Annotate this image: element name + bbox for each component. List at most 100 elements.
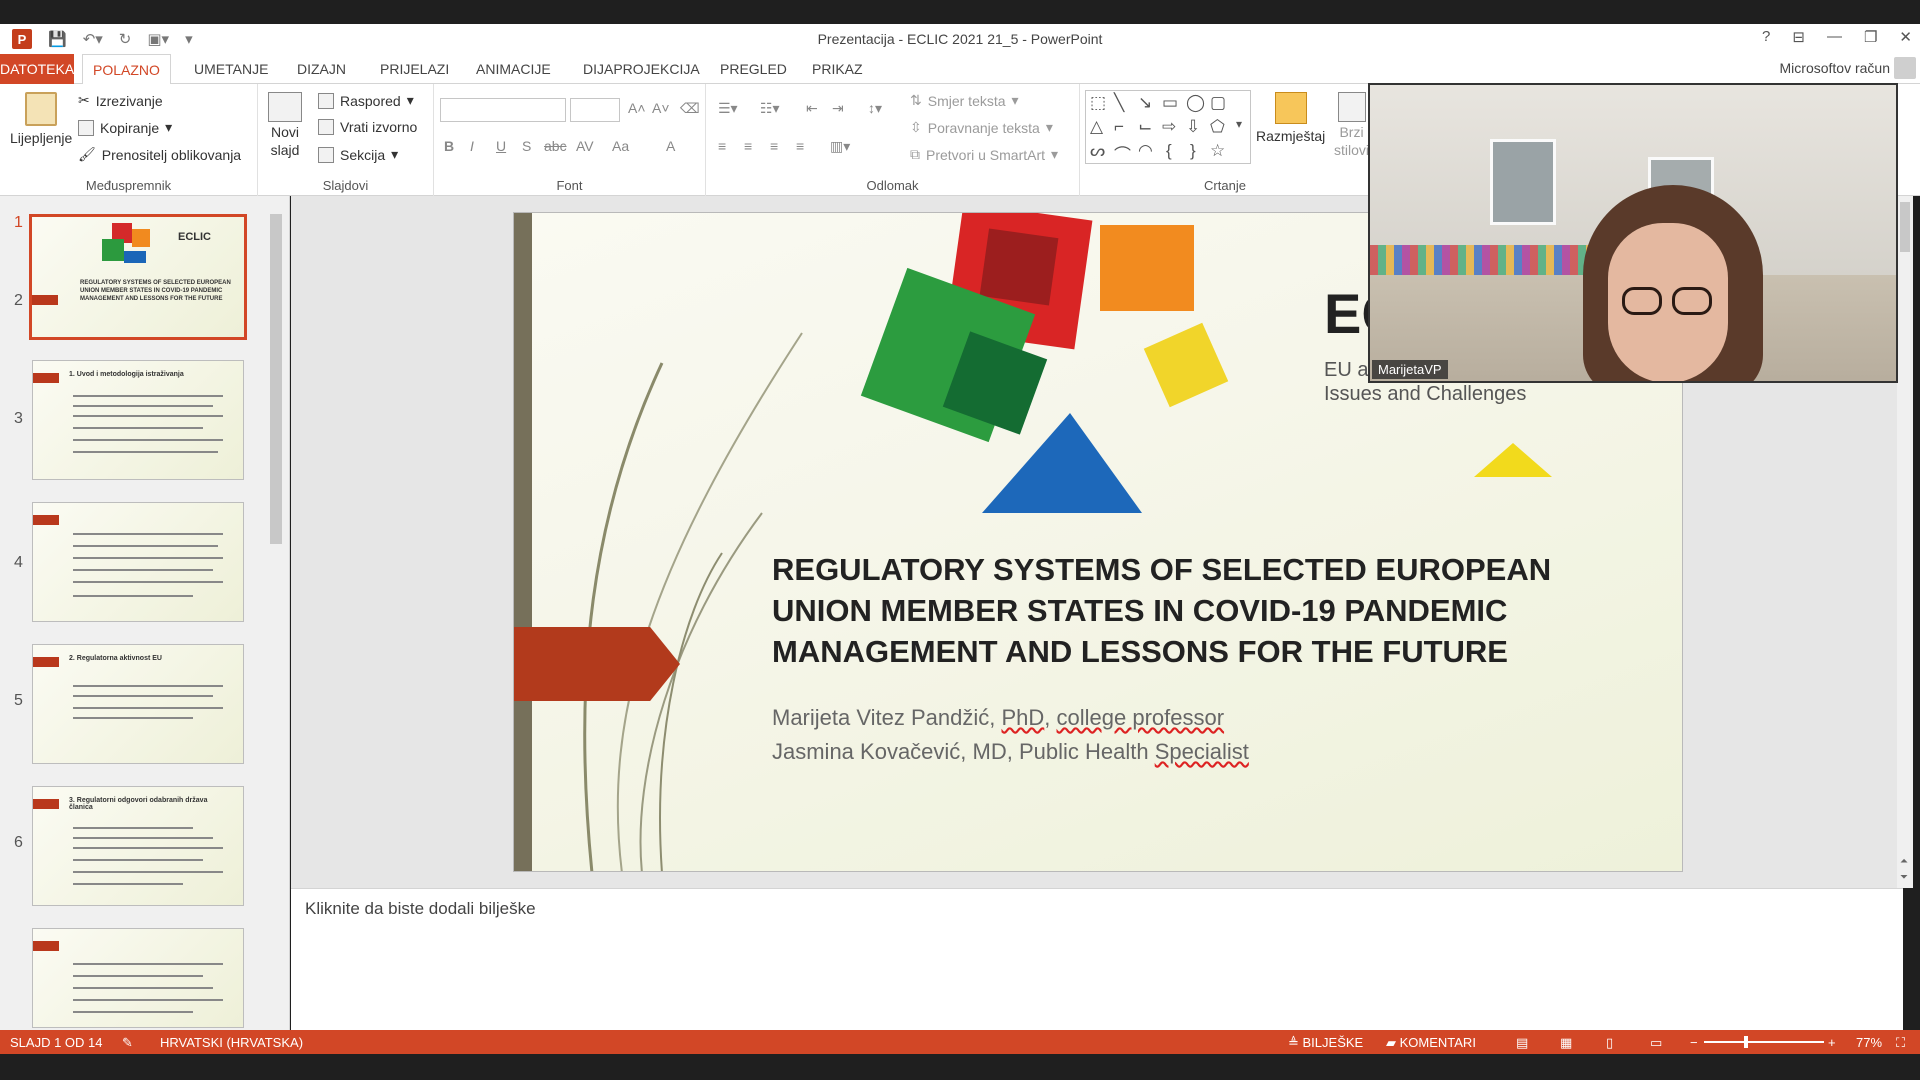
comments-toggle[interactable]: ▰ KOMENTARI — [1386, 1035, 1476, 1051]
char-spacing-button[interactable]: AV — [576, 138, 594, 154]
italic-button[interactable]: I — [470, 138, 474, 154]
ribbon-display-icon[interactable]: ⊟ — [1792, 28, 1805, 46]
pentagon-shape-icon[interactable]: ⬠ — [1210, 117, 1225, 137]
bold-button[interactable]: B — [444, 138, 454, 154]
line-shape-icon[interactable]: ╲ — [1114, 93, 1124, 113]
cut-button[interactable]: ✂ Izrezivanje — [78, 92, 163, 109]
curve-shape-icon[interactable]: ⌒ — [1114, 141, 1131, 166]
slide-thumbnail-3[interactable] — [32, 502, 244, 622]
quick-styles-button[interactable]: Brzi stilovi — [1334, 92, 1369, 158]
align-left-icon[interactable]: ≡ — [718, 138, 726, 154]
normal-view-icon[interactable]: ▤ — [1516, 1035, 1528, 1051]
line-spacing-icon[interactable]: ↕▾ — [868, 100, 882, 117]
tab-view[interactable]: PRIKAZ — [802, 54, 873, 84]
left-brace-shape-icon[interactable]: { — [1166, 141, 1172, 161]
tab-transitions[interactable]: PRIJELAZI — [370, 54, 459, 84]
grow-font-icon[interactable]: A˄ — [628, 100, 646, 116]
align-text-button[interactable]: ⇳ Poravnanje teksta ▾ — [910, 119, 1053, 136]
tab-file[interactable]: DATOTEKA — [0, 54, 74, 84]
slide-thumbnail-6[interactable] — [32, 928, 244, 1028]
text-direction-button[interactable]: ⇅ Smjer teksta ▾ — [910, 92, 1019, 109]
slideshow-view-icon[interactable]: ▭ — [1650, 1035, 1662, 1051]
layout-button[interactable]: Raspored ▾ — [318, 92, 414, 109]
right-brace-shape-icon[interactable]: } — [1190, 141, 1196, 161]
smartart-button[interactable]: ⧉ Pretvori u SmartArt ▾ — [910, 146, 1058, 163]
tab-insert[interactable]: UMETANJE — [184, 54, 278, 84]
down-arrow-shape-icon[interactable]: ⇩ — [1186, 117, 1200, 137]
strikethrough-button[interactable]: abc — [544, 138, 567, 154]
shrink-font-icon[interactable]: A˅ — [652, 100, 670, 116]
arrange-button[interactable]: Razmještaj — [1256, 92, 1325, 144]
justify-icon[interactable]: ≡ — [796, 138, 804, 154]
language-indicator[interactable]: HRVATSKI (HRVATSKA) — [160, 1035, 303, 1050]
shadow-button[interactable]: S — [522, 138, 531, 154]
bullets-icon[interactable]: ☰▾ — [718, 100, 738, 117]
shapes-gallery[interactable]: ⬚ ╲ ↘ ▭ ◯ ▢ △ ⌐ ⌙ ⇨ ⇩ ⬠ ᔕ ⌒ ◠ { } ☆ ▾ — [1085, 90, 1251, 166]
clear-format-icon[interactable]: ⌫ — [680, 100, 700, 117]
thumbnail-scrollbar[interactable] — [268, 196, 284, 1030]
slide-thumbnail-1[interactable]: ECLIC REGULATORY SYSTEMS OF SELECTED EUR… — [29, 214, 247, 340]
gallery-more-icon[interactable]: ▾ — [1236, 117, 1242, 131]
oval-shape-icon[interactable]: ◯ — [1186, 93, 1205, 113]
slide-title[interactable]: REGULATORY SYSTEMS OF SELECTED EUROPEAN … — [772, 549, 1632, 672]
reset-button[interactable]: Vrati izvorno — [318, 119, 417, 135]
increase-indent-icon[interactable]: ⇥ — [832, 100, 844, 117]
close-icon[interactable]: ✕ — [1899, 28, 1912, 46]
slide-sorter-icon[interactable]: ▦ — [1560, 1035, 1572, 1051]
slide-author-1[interactable]: Marijeta Vitez Pandžić, PhD, college pro… — [772, 705, 1224, 731]
decrease-indent-icon[interactable]: ⇤ — [806, 100, 818, 117]
elbow-shape-icon[interactable]: ⌙ — [1138, 117, 1152, 137]
freeform-shape-icon[interactable]: ᔕ — [1090, 141, 1105, 161]
slide-thumbnail-5[interactable]: 3. Regulatorni odgovori odabranih država… — [32, 786, 244, 906]
notes-toggle[interactable]: ≜ BILJEŠKE — [1288, 1035, 1363, 1051]
font-size-combo[interactable] — [570, 98, 620, 122]
prev-slide-icon[interactable]: ⏶ — [1900, 856, 1908, 867]
notes-pane[interactable]: Kliknite da biste dodali bilješke — [291, 888, 1903, 1030]
columns-icon[interactable]: ▥▾ — [830, 138, 850, 155]
slide-author-2[interactable]: Jasmina Kovačević, MD, Public Health Spe… — [772, 739, 1249, 765]
tab-review[interactable]: PREGLED — [710, 54, 797, 84]
zoom-slider-thumb[interactable] — [1744, 1036, 1748, 1048]
star-shape-icon[interactable]: ☆ — [1210, 141, 1225, 161]
help-icon[interactable]: ? — [1762, 28, 1770, 46]
section-button[interactable]: Sekcija ▾ — [318, 146, 398, 163]
reading-view-icon[interactable]: ▯ — [1606, 1035, 1613, 1051]
tab-home[interactable]: POLAZNO — [82, 54, 171, 85]
minimize-icon[interactable]: — — [1827, 28, 1842, 46]
font-name-combo[interactable] — [440, 98, 566, 122]
slide-scrollbar[interactable]: ⏶ ⏷ — [1897, 196, 1913, 888]
slide-thumbnail-4[interactable]: 2. Regulatorna aktivnost EU — [32, 644, 244, 764]
zoom-level[interactable]: 77% — [1856, 1035, 1882, 1050]
spellcheck-icon[interactable]: ✎ — [122, 1035, 133, 1051]
paste-button[interactable]: Lijepljenje — [10, 92, 72, 146]
change-case-button[interactable]: Aa — [612, 138, 629, 154]
video-call-window[interactable]: MarijetaVP — [1368, 83, 1898, 383]
avatar[interactable] — [1894, 57, 1916, 79]
zoom-out-icon[interactable]: − — [1690, 1035, 1698, 1050]
tab-animations[interactable]: ANIMACIJE — [466, 54, 561, 84]
copy-button[interactable]: Kopiranje ▾ — [78, 119, 172, 136]
arrow-line-shape-icon[interactable]: ↘ — [1138, 93, 1152, 113]
slide-scroll-thumb[interactable] — [1900, 202, 1910, 252]
zoom-in-icon[interactable]: + — [1828, 1035, 1836, 1050]
fit-slide-icon[interactable]: ⛶ — [1896, 1035, 1905, 1051]
align-center-icon[interactable]: ≡ — [744, 138, 752, 154]
underline-button[interactable]: U — [496, 138, 506, 154]
textbox-shape-icon[interactable]: ⬚ — [1090, 93, 1106, 113]
align-right-icon[interactable]: ≡ — [770, 138, 778, 154]
rectangle-shape-icon[interactable]: ▭ — [1162, 93, 1178, 113]
triangle-shape-icon[interactable]: △ — [1090, 117, 1103, 137]
arc-shape-icon[interactable]: ◠ — [1138, 141, 1153, 161]
new-slide-button[interactable]: Novi slajd — [268, 92, 302, 158]
numbering-icon[interactable]: ☷▾ — [760, 100, 780, 117]
format-painter-button[interactable]: 🖌 Prenositelj oblikovanja — [78, 146, 241, 163]
font-color-button[interactable]: A — [666, 138, 675, 154]
tab-design[interactable]: DIZAJN — [287, 54, 356, 84]
thumbnail-scroll-thumb[interactable] — [270, 214, 282, 544]
restore-icon[interactable]: ❐ — [1864, 28, 1877, 46]
tab-slideshow[interactable]: DIJAPROJEKCIJA — [573, 54, 710, 84]
zoom-slider[interactable] — [1704, 1041, 1824, 1043]
slide-thumbnail-2[interactable]: 1. Uvod i metodologija istraživanja — [32, 360, 244, 480]
rounded-rect-shape-icon[interactable]: ▢ — [1210, 93, 1226, 113]
account-menu[interactable]: Microsoftov račun — [1780, 60, 1890, 76]
